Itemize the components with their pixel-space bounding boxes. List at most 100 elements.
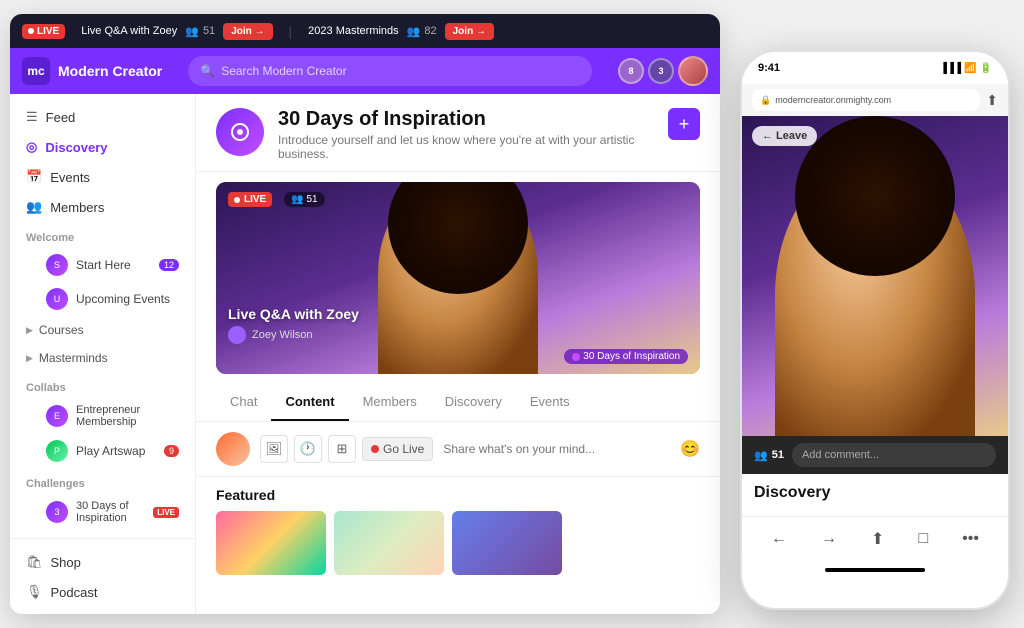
tab-chat[interactable]: Chat [216,384,271,421]
sidebar-item-events[interactable]: 📅 Events [10,162,195,192]
channel-add-button[interactable]: + [668,108,700,140]
sidebar-item-feed[interactable]: ☰ Feed [10,102,195,132]
lock-icon: 🔒 [760,95,771,106]
clock-action[interactable]: 🕐 [294,435,322,463]
video-viewers: 👥 51 [284,192,325,207]
brand-name: Modern Creator [58,63,162,79]
composer-avatar [216,432,250,466]
nav-avatar-2[interactable]: 3 [648,58,674,84]
grid-action[interactable]: ⊞ [328,435,356,463]
composer-input[interactable] [443,442,670,456]
members-icon: 👥 [26,199,42,215]
play-artswap-badge: 9 [164,445,179,457]
sidebar-item-shop[interactable]: 🛍 Shop [10,547,195,577]
sidebar-label-members: Members [50,200,104,215]
phone-url-bar[interactable]: 🔒 moderncreator.onmighty.com [752,89,980,111]
start-here-badge: 12 [159,259,179,271]
sidebar-item-members[interactable]: 👥 Members [10,192,195,222]
sidebar-label-feed: Feed [46,110,76,125]
entrepreneur-avatar: E [46,405,68,427]
join-button-1[interactable]: Join → [223,23,272,40]
composer: 🖼 🕐 ⊞ Go Live 😊 [196,422,720,477]
tab-events[interactable]: Events [516,384,584,421]
search-bar[interactable]: 🔍 Search Modern Creator [188,56,592,86]
sidebar-label-podcast: Podcast [51,585,98,600]
featured-thumb-3[interactable] [452,511,562,575]
live-badge: LIVE [22,24,65,39]
section-label-challenges: Challenges [10,468,195,494]
content-area: 30 Days of Inspiration Introduce yoursel… [196,94,720,614]
phone-more-button[interactable]: ••• [962,530,979,548]
phone-viewer-count: 👥 51 [754,449,784,462]
tab-members[interactable]: Members [349,384,431,421]
host-avatar [228,326,246,344]
section-label-collabs: Collabs [10,372,195,398]
home-bar [825,568,925,572]
sidebar-item-discovery[interactable]: ◎ Discovery [10,132,195,162]
channel-icon [216,108,264,156]
phone-url: moderncreator.onmighty.com [775,95,891,105]
phone-video-area: ← Leave [742,116,1008,436]
video-live-badge: LIVE [228,192,272,207]
nav-avatars: 8 3 [618,56,708,86]
sidebar-item-start-here[interactable]: S Start Here 12 [10,248,195,282]
sidebar-collapsible-masterminds[interactable]: ▶ Masterminds [10,344,195,372]
sidebar-collapsible-courses[interactable]: ▶ Courses [10,316,195,344]
entrepreneur-label: Entrepreneur Membership [76,404,179,428]
masterminds-label: Masterminds [39,351,108,365]
sidebar-item-30-days[interactable]: 3 30 Days of Inspiration LIVE [10,494,195,530]
sidebar-item-podcast[interactable]: 🎙 Podcast [10,577,195,607]
play-artswap-label: Play Artswap [76,444,145,458]
phone-nav-bar: ← → ⬆ □ ••• [742,516,1008,560]
sidebar-item-entrepreneur[interactable]: E Entrepreneur Membership [10,398,195,434]
courses-label: Courses [39,323,84,337]
sidebar-item-upcoming-events[interactable]: U Upcoming Events [10,282,195,316]
ticker-count-1: 👥 51 [185,25,215,38]
sidebar-label-events: Events [50,170,90,185]
phone-discovery-section: Discovery [742,474,1008,516]
phone-back-button[interactable]: ← [771,530,787,548]
phone-browser-bar: 🔒 moderncreator.onmighty.com ⬆ [742,84,1008,116]
tabs-row: Chat Content Members Discovery Events [196,384,720,422]
featured-grid [216,511,700,575]
video-title-area: Live Q&A with Zoey Zoey Wilson [228,306,359,344]
featured-label: Featured [216,487,700,503]
go-live-button[interactable]: Go Live [362,437,433,461]
main-layout: ☰ Feed ◎ Discovery 📅 Events 👥 Members We… [10,94,720,614]
phone-mockup: 9:41 ▐▐▐ 📶 🔋 🔒 moderncreator.onmighty.co… [740,50,1010,610]
play-artswap-avatar: P [46,440,68,462]
nav-bar: mc Modern Creator 🔍 Search Modern Creato… [10,48,720,94]
tab-content[interactable]: Content [271,384,348,421]
upcoming-events-avatar: U [46,288,68,310]
phone-discovery-title: Discovery [754,484,996,502]
phone-home-indicator [742,560,1008,580]
ticker-item-1: Live Q&A with Zoey 👥 51 Join → [81,23,272,40]
sidebar: ☰ Feed ◎ Discovery 📅 Events 👥 Members We… [10,94,196,614]
phone-bookmark-button[interactable]: □ [918,530,928,548]
ticker-item-2: 2023 Masterminds 👥 82 Join → [308,23,494,40]
channel-desc: Introduce yourself and let us know where… [278,133,654,161]
emoji-button[interactable]: 😊 [680,439,700,459]
video-card: LIVE 👥 51 Live Q&A with Zoey Zoey Wilson [216,182,700,374]
tab-discovery[interactable]: Discovery [431,384,516,421]
join-button-2[interactable]: Join → [445,23,494,40]
featured-thumb-1[interactable] [216,511,326,575]
channel-header: 30 Days of Inspiration Introduce yoursel… [196,94,720,172]
discovery-icon: ◎ [26,139,37,155]
podcast-icon: 🎙 [26,584,43,600]
upcoming-events-label: Upcoming Events [76,292,170,306]
nav-avatar-3[interactable] [678,56,708,86]
search-icon: 🔍 [200,64,215,78]
phone-share-button[interactable]: ⬆ [871,529,884,549]
phone-leave-button[interactable]: ← Leave [752,126,817,146]
phone-forward-button[interactable]: → [821,530,837,548]
image-action[interactable]: 🖼 [260,435,288,463]
sidebar-label-shop: Shop [51,555,81,570]
share-icon[interactable]: ⬆ [986,92,998,109]
ticker-event-2-name: 2023 Masterminds [308,25,399,37]
channel-info: 30 Days of Inspiration Introduce yoursel… [278,108,654,161]
phone-comment-input[interactable]: Add comment... [792,443,996,467]
nav-avatar-1[interactable]: 8 [618,58,644,84]
featured-thumb-2[interactable] [334,511,444,575]
sidebar-item-play-artswap[interactable]: P Play Artswap 9 [10,434,195,468]
